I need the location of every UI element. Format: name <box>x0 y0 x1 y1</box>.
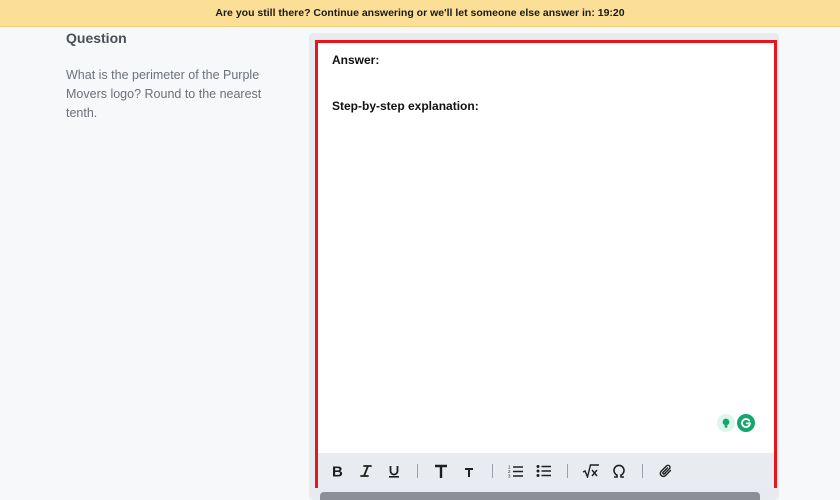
numbered-list-icon[interactable]: 1 2 3 <box>502 457 530 485</box>
underline-icon[interactable] <box>380 457 408 485</box>
grammarly-widget[interactable] <box>717 413 755 433</box>
answer-label: Answer: <box>332 53 380 67</box>
explanation-label: Step-by-step explanation: <box>332 99 479 113</box>
small-text-icon[interactable] <box>455 457 483 485</box>
editor-scrollbar[interactable] <box>320 492 760 500</box>
bulleted-list-icon[interactable] <box>530 457 558 485</box>
answer-editor[interactable]: Answer: Step-by-step explanation: B 1 2 … <box>315 40 777 488</box>
toolbar-separator <box>642 463 643 478</box>
toolbar-separator <box>567 463 568 478</box>
svg-text:3: 3 <box>508 473 511 478</box>
grammarly-icon[interactable] <box>737 414 755 432</box>
paperclip-icon[interactable] <box>652 457 680 485</box>
italic-icon[interactable] <box>352 457 380 485</box>
inactivity-banner-text: Are you still there? Continue answering … <box>215 7 625 19</box>
toolbar-separator <box>417 463 418 478</box>
question-heading: Question <box>66 30 127 46</box>
lightbulb-icon[interactable] <box>717 414 735 432</box>
large-text-icon[interactable] <box>427 457 455 485</box>
toolbar-separator <box>492 463 493 478</box>
bold-icon[interactable]: B <box>324 457 352 485</box>
square-root-icon[interactable] <box>577 457 605 485</box>
formatting-toolbar: B 1 2 3 <box>318 453 774 488</box>
svg-text:B: B <box>332 464 343 478</box>
question-text: What is the perimeter of the Purple Move… <box>66 68 262 120</box>
omega-icon[interactable] <box>605 457 633 485</box>
inactivity-banner: Are you still there? Continue answering … <box>0 0 840 27</box>
